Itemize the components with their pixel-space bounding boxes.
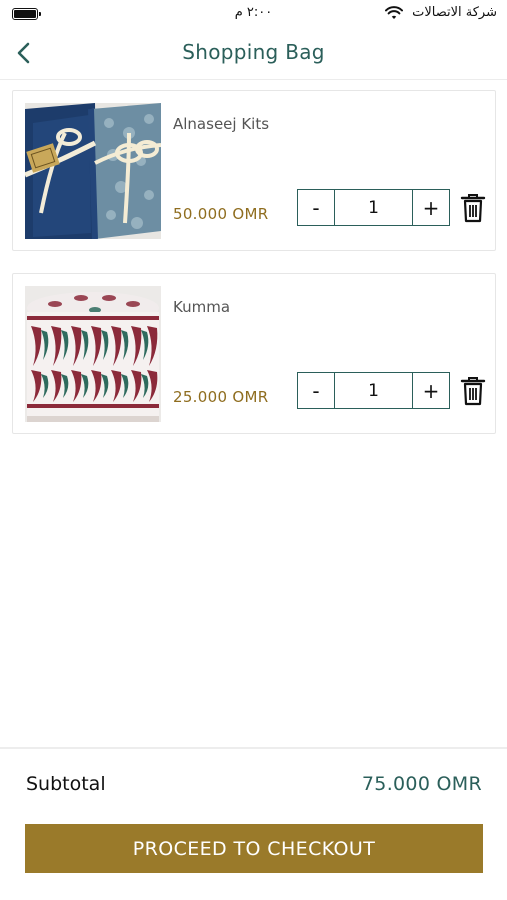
page-title: Shopping Bag [182,40,325,64]
decrease-quantity-button[interactable]: - [298,190,335,225]
cart-item: Kumma 25.000 OMR - 1 + [12,273,496,434]
quantity-stepper: - 1 + [297,189,450,226]
increase-quantity-button[interactable]: + [412,190,449,225]
subtotal-value: 75.000 OMR [361,773,482,795]
wifi-icon [385,6,403,19]
item-price: 25.000 OMR [173,388,269,406]
product-image[interactable] [25,286,161,422]
nav-bar: Shopping Bag [0,28,507,80]
decrease-quantity-button[interactable]: - [298,373,335,408]
quantity-value: 1 [368,197,379,218]
status-bar: ٢:٠٠ م شركة الاتصالات [0,0,507,28]
trash-icon[interactable] [460,193,486,223]
subtotal-label: Subtotal [26,773,106,795]
cart-item: Alnaseej Kits 50.000 OMR - 1 + [12,90,496,251]
carrier-name: شركة الاتصالات [412,5,497,20]
trash-icon[interactable] [460,376,486,406]
item-name: Kumma [173,298,231,316]
cart-footer: Subtotal 75.000 OMR PROCEED TO CHECKOUT [0,747,507,900]
item-price: 50.000 OMR [173,205,269,223]
increase-quantity-button[interactable]: + [412,373,449,408]
quantity-stepper: - 1 + [297,372,450,409]
product-image[interactable] [25,103,161,239]
quantity-value: 1 [368,380,379,401]
item-name: Alnaseej Kits [173,115,270,133]
proceed-to-checkout-button[interactable]: PROCEED TO CHECKOUT [25,824,483,873]
